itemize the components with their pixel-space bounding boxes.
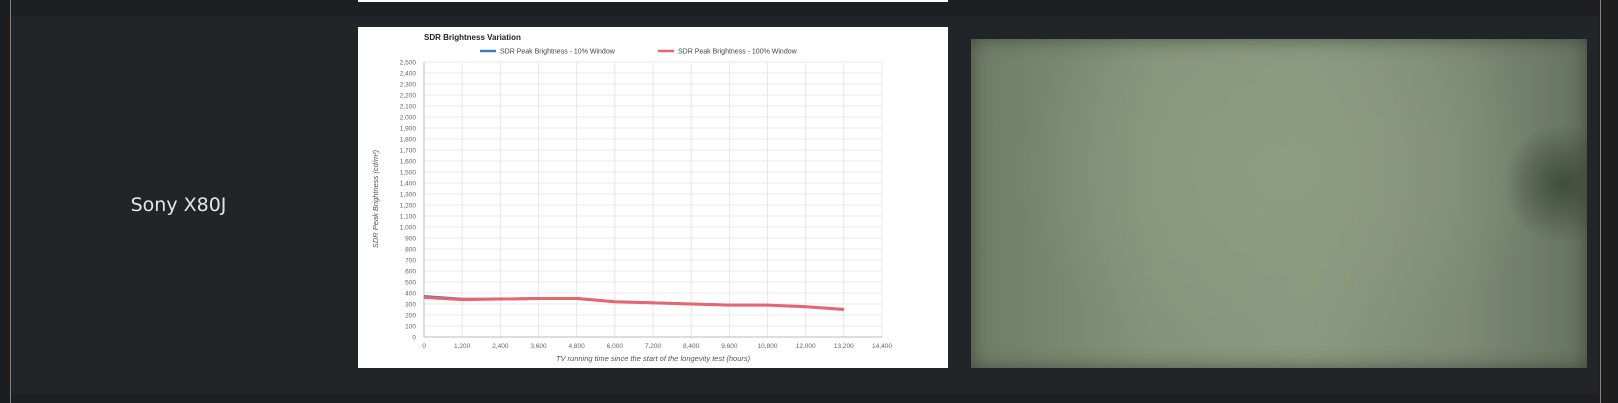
y-tick-label: 1,200 xyxy=(400,203,417,210)
y-tick-label: 500 xyxy=(405,280,416,287)
data-point xyxy=(767,304,768,306)
y-axis-label: SDR Peak Brightness (cd/m²) xyxy=(371,149,380,248)
y-tick-label: 100 xyxy=(405,324,416,331)
uniformity-photo xyxy=(971,39,1587,368)
data-point xyxy=(843,309,845,310)
y-tick-label: 0 xyxy=(412,335,416,342)
y-tick-label: 1,100 xyxy=(400,214,417,221)
y-tick-label: 2,000 xyxy=(400,115,417,122)
table-row: Sony X80J SDR Brightness Variation SDR P… xyxy=(11,16,1598,394)
brightness-chart[interactable]: SDR Brightness Variation SDR Peak Bright… xyxy=(358,27,948,368)
chart-svg: SDR Brightness Variation SDR Peak Bright… xyxy=(371,33,892,363)
y-tick-label: 1,700 xyxy=(400,148,417,155)
data-point xyxy=(538,298,539,299)
y-tick-label: 1,300 xyxy=(400,192,417,199)
y-tick-label: 1,500 xyxy=(400,170,417,177)
x-tick-label: 13,200 xyxy=(834,343,854,350)
y-tick-label: 1,000 xyxy=(400,225,417,232)
y-tick-label: 600 xyxy=(405,269,416,276)
data-point xyxy=(576,298,578,299)
y-tick-label: 1,800 xyxy=(400,137,417,144)
y-tick-label: 1,900 xyxy=(400,126,417,133)
y-tick-label: 700 xyxy=(405,258,416,265)
x-tick-label: 4,800 xyxy=(569,343,586,350)
chart-title: SDR Brightness Variation xyxy=(424,33,521,42)
y-tick-label: 2,100 xyxy=(400,104,417,111)
x-tick-label: 12,000 xyxy=(796,343,816,350)
x-tick-label: 14,400 xyxy=(872,343,892,350)
x-tick-label: 7,200 xyxy=(645,343,662,350)
y-tick-label: 2,500 xyxy=(400,60,417,67)
y-tick-label: 2,200 xyxy=(400,93,417,100)
legend-label: SDR Peak Brightness - 100% Window xyxy=(678,49,798,56)
x-tick-label: 8,400 xyxy=(683,343,700,350)
data-point xyxy=(423,296,425,298)
chart-series xyxy=(423,295,845,311)
x-tick-label: 3,600 xyxy=(530,343,547,350)
x-tick-label: 1,200 xyxy=(454,343,471,350)
x-tick-label: 6,000 xyxy=(607,343,624,350)
x-axis-label: TV running time since the start of the l… xyxy=(556,354,751,363)
series-line xyxy=(423,295,844,311)
y-tick-label: 1,400 xyxy=(400,181,417,188)
y-tick-label: 2,300 xyxy=(400,82,417,89)
y-tick-label: 1,600 xyxy=(400,159,417,166)
x-tick-label: 9,600 xyxy=(721,343,738,350)
x-tick-label: 10,800 xyxy=(758,343,778,350)
data-point xyxy=(614,301,616,303)
chart-grid xyxy=(423,61,883,338)
y-tick-label: 2,400 xyxy=(400,71,417,78)
y-tick-label: 300 xyxy=(405,302,416,309)
data-point xyxy=(499,298,501,300)
y-tick-label: 800 xyxy=(405,247,416,254)
previous-row-image-edge xyxy=(358,0,948,2)
y-tick-label: 900 xyxy=(405,236,416,243)
y-tick-label: 400 xyxy=(405,291,416,298)
y-tick-label: 200 xyxy=(405,313,416,320)
data-point xyxy=(805,306,807,308)
data-point xyxy=(690,303,692,305)
legend-label: SDR Peak Brightness - 10% Window xyxy=(500,49,616,56)
x-tick-label: 2,400 xyxy=(492,343,509,350)
chart-legend: SDR Peak Brightness - 10% Window SDR Peak… xyxy=(480,49,798,56)
tv-model-name: Sony X80J xyxy=(130,194,227,216)
data-point xyxy=(652,302,654,304)
data-point xyxy=(461,299,463,301)
data-point xyxy=(728,304,730,306)
x-tick-label: 0 xyxy=(422,343,426,350)
